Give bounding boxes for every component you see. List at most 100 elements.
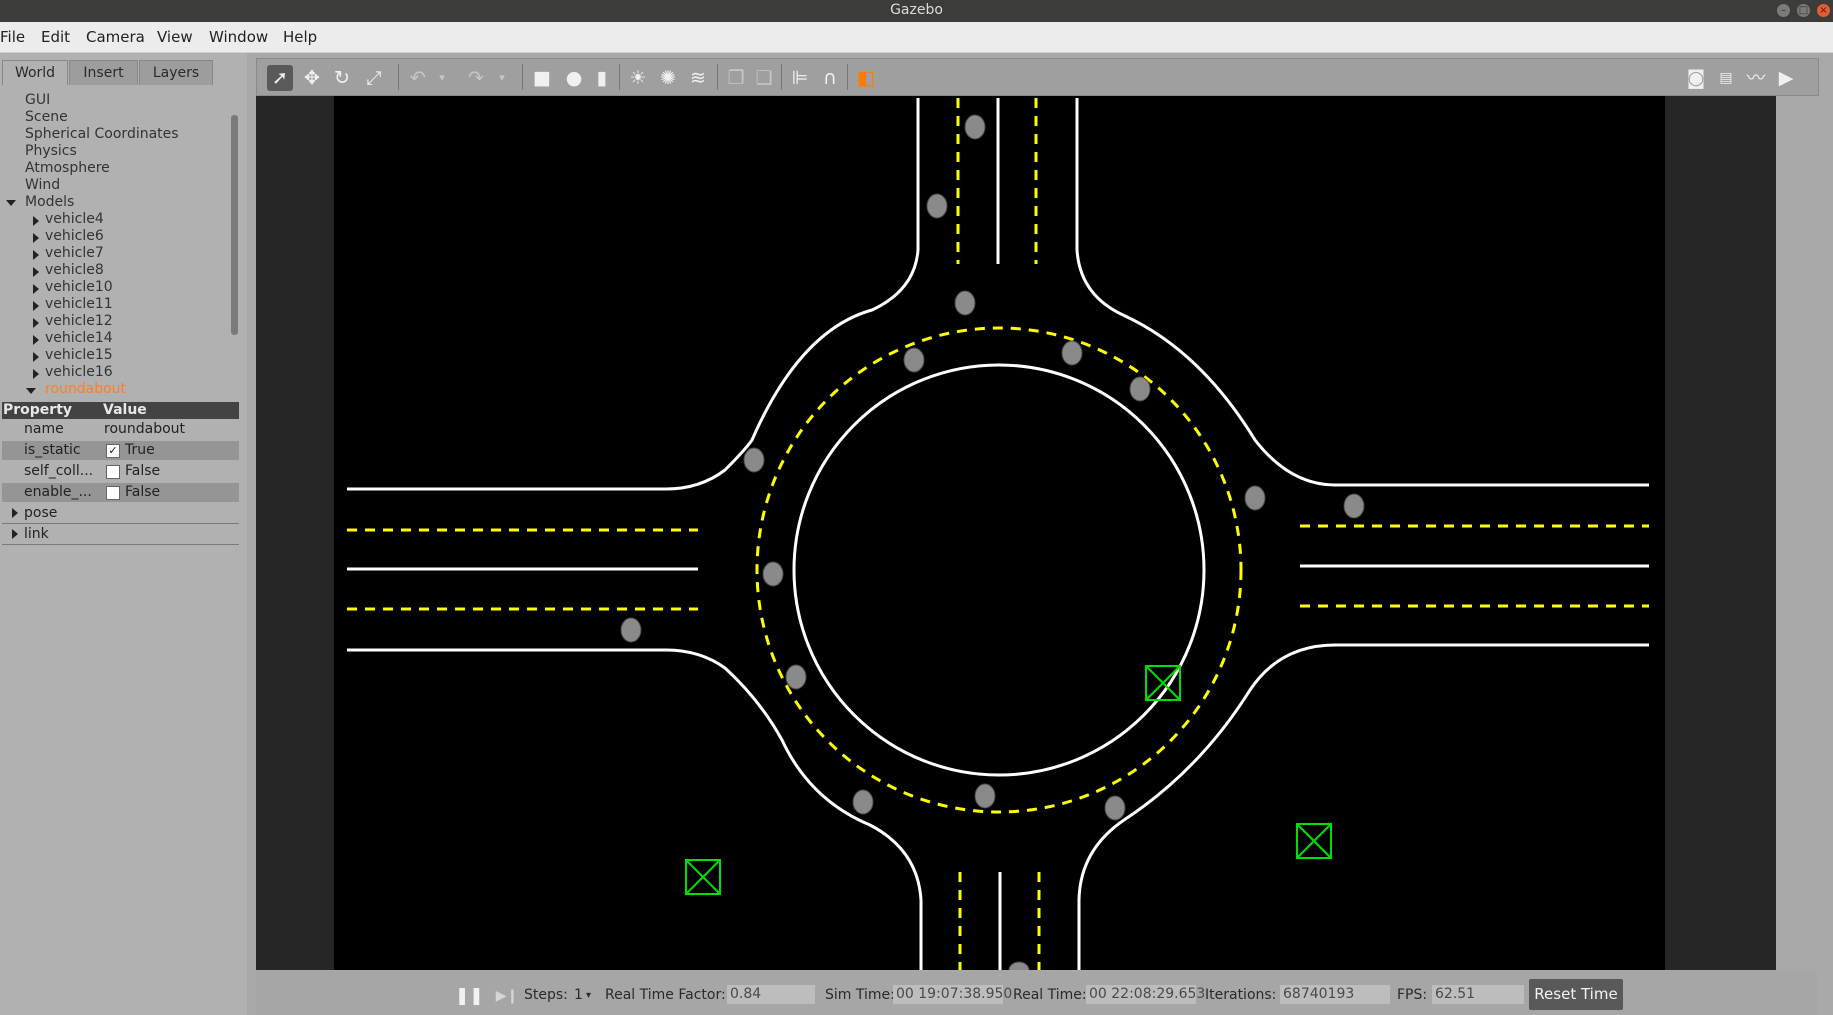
plot-icon[interactable]: 〰 [1743, 65, 1769, 91]
tree-item-spherical-coordinates[interactable]: Spherical Coordinates [25, 126, 179, 143]
tree-item-vehicle14[interactable]: vehicle14 [45, 330, 113, 347]
tree-item-roundabout[interactable]: roundabout [45, 381, 126, 398]
enable-wind-checkbox[interactable] [106, 486, 120, 500]
maximize-button[interactable]: □ [1797, 4, 1810, 17]
vehicle-marker [974, 783, 996, 809]
tree-item-wind[interactable]: Wind [25, 177, 60, 194]
copy-icon[interactable]: ❐ [723, 65, 749, 91]
scene-render[interactable] [334, 96, 1665, 979]
tab-layers[interactable]: Layers [139, 60, 213, 85]
fps-value: 62.51 [1432, 985, 1524, 1004]
scale-mode-icon[interactable]: ⤢ [361, 65, 387, 91]
tree-item-scene[interactable]: Scene [25, 109, 68, 126]
translate-mode-icon[interactable]: ✥ [299, 65, 325, 91]
toolbar-separator [398, 64, 399, 90]
expand-vehicle6-icon[interactable] [33, 233, 39, 243]
tree-item-vehicle10[interactable]: vehicle10 [45, 279, 113, 296]
tree-item-vehicle16[interactable]: vehicle16 [45, 364, 113, 381]
toolbar-separator [619, 64, 620, 90]
vehicle-marker [1104, 795, 1126, 821]
log-icon[interactable]: ▤ [1713, 65, 1739, 91]
vehicle-marker [743, 447, 765, 473]
rotate-mode-icon[interactable]: ↻ [329, 65, 355, 91]
inner-island-line [792, 363, 1206, 777]
group-label: link [24, 526, 49, 542]
property-row-is-static: is_static ✓ True [2, 441, 239, 460]
tree-item-vehicle4[interactable]: vehicle4 [45, 211, 104, 228]
snap-icon[interactable]: ∩ [817, 65, 843, 91]
undo-dropdown-icon[interactable]: ▾ [429, 65, 455, 91]
panel-splitter[interactable] [247, 53, 255, 1015]
expand-vehicle10-icon[interactable] [33, 284, 39, 294]
window-title: Gazebo [890, 2, 943, 18]
tree-item-vehicle8[interactable]: vehicle8 [45, 262, 104, 279]
box-shape-icon[interactable]: ■ [529, 65, 555, 91]
pause-icon[interactable]: ❚❚ [455, 983, 484, 1009]
property-group-link[interactable]: link [2, 525, 239, 545]
tree-item-vehicle11[interactable]: vehicle11 [45, 296, 113, 313]
directional-light-icon[interactable]: ≋ [685, 65, 711, 91]
align-icon[interactable]: ⊫ [787, 65, 813, 91]
menu-help[interactable]: Help [283, 28, 317, 46]
redo-icon[interactable]: ↷ [463, 65, 489, 91]
paste-icon[interactable]: ❏ [751, 65, 777, 91]
steps-value[interactable]: 1 [574, 987, 583, 1003]
expand-pose-icon[interactable] [12, 508, 18, 518]
menu-file[interactable]: File [0, 28, 25, 46]
is-static-checkbox[interactable]: ✓ [106, 444, 120, 458]
minimize-button[interactable]: – [1777, 4, 1790, 17]
tree-item-vehicle12[interactable]: vehicle12 [45, 313, 113, 330]
menu-window[interactable]: Window [209, 28, 268, 46]
tab-world[interactable]: World [2, 60, 68, 85]
expand-vehicle8-icon[interactable] [33, 267, 39, 277]
tree-item-atmosphere[interactable]: Atmosphere [25, 160, 110, 177]
self-collide-checkbox[interactable] [106, 465, 120, 479]
property-key: self_coll... [24, 463, 94, 479]
sphere-shape-icon[interactable]: ● [561, 65, 587, 91]
vehicle-marker [852, 789, 874, 815]
expand-vehicle4-icon[interactable] [33, 216, 39, 226]
screenshot-icon[interactable]: ◙ [1683, 65, 1709, 91]
tree-scrollbar[interactable] [231, 115, 238, 335]
expand-roundabout-icon[interactable] [26, 388, 36, 394]
tree-item-physics[interactable]: Physics [25, 143, 77, 160]
iterations-value: 68740193 [1280, 985, 1390, 1004]
expand-vehicle12-icon[interactable] [33, 318, 39, 328]
expand-link-icon[interactable] [12, 529, 18, 539]
step-icon[interactable]: ▶❙ [494, 983, 520, 1009]
tree-item-vehicle15[interactable]: vehicle15 [45, 347, 113, 364]
menu-edit[interactable]: Edit [41, 28, 70, 46]
road-edge-se [1077, 643, 1649, 970]
expand-vehicle16-icon[interactable] [33, 369, 39, 379]
vehicle-marker [954, 290, 976, 316]
tree-item-gui[interactable]: GUI [25, 92, 50, 109]
tree-item-models[interactable]: Models [25, 194, 74, 211]
tree-item-vehicle6[interactable]: vehicle6 [45, 228, 104, 245]
property-group-pose[interactable]: pose [2, 504, 239, 524]
spot-light-icon[interactable]: ✺ [655, 65, 681, 91]
expand-vehicle15-icon[interactable] [33, 352, 39, 362]
tree-item-vehicle7[interactable]: vehicle7 [45, 245, 104, 262]
expand-models-icon[interactable] [6, 200, 16, 206]
point-light-icon[interactable]: ☀ [625, 65, 651, 91]
reset-time-button[interactable]: Reset Time [1529, 979, 1623, 1010]
redo-dropdown-icon[interactable]: ▾ [489, 65, 515, 91]
steps-dropdown-icon[interactable]: ▾ [586, 990, 591, 1001]
menu-view[interactable]: View [157, 28, 193, 46]
road-edge-sw [347, 648, 923, 970]
select-mode-icon[interactable]: ➚ [267, 65, 293, 91]
expand-vehicle14-icon[interactable] [33, 335, 39, 345]
cylinder-shape-icon[interactable]: ▮ [589, 65, 615, 91]
video-icon[interactable]: ▶ [1773, 65, 1799, 91]
expand-vehicle11-icon[interactable] [33, 301, 39, 311]
undo-icon[interactable]: ↶ [405, 65, 431, 91]
group-label: pose [24, 505, 58, 521]
change-view-icon[interactable]: ◧ [853, 65, 879, 91]
right-panel-strip[interactable] [1776, 96, 1818, 970]
expand-vehicle7-icon[interactable] [33, 250, 39, 260]
sim-time-label: Sim Time: [825, 987, 895, 1003]
tab-insert[interactable]: Insert [69, 60, 138, 85]
close-window-button[interactable]: × [1817, 4, 1830, 17]
property-value[interactable]: roundabout [104, 421, 185, 437]
menu-camera[interactable]: Camera [86, 28, 145, 46]
